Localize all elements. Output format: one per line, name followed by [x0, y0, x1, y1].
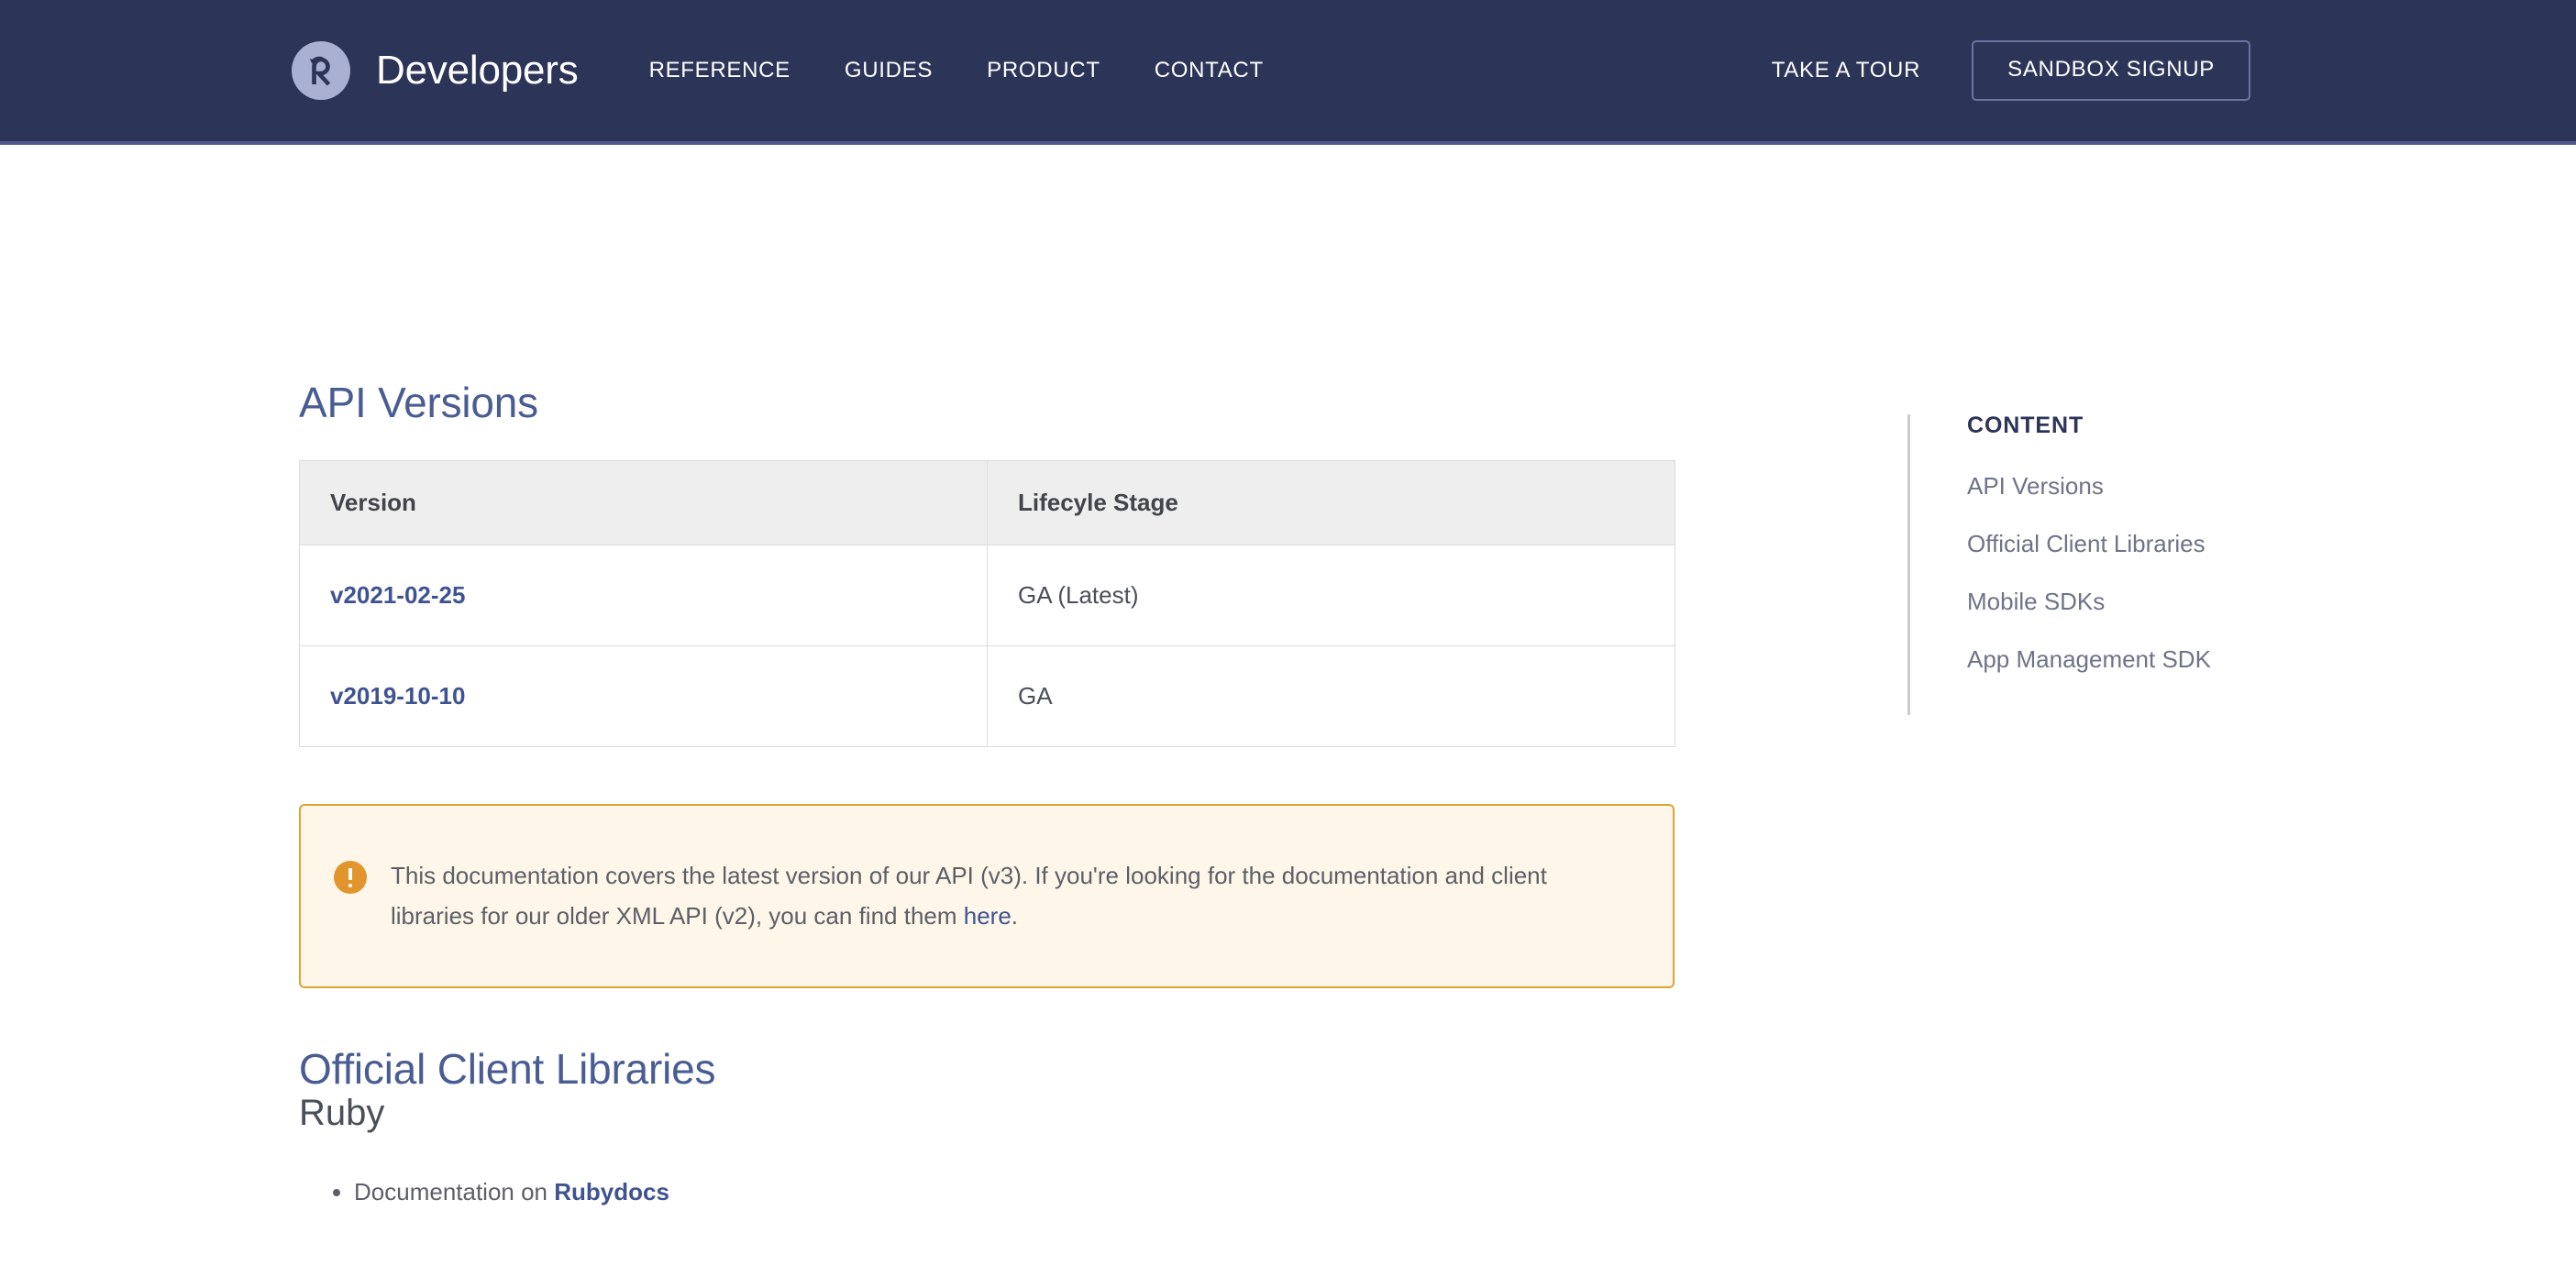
sandbox-signup-button[interactable]: SANDBOX SIGNUP [1972, 40, 2250, 101]
brand-name: Developers [376, 48, 579, 93]
table-of-contents: CONTENT API Versions Official Client Lib… [1907, 414, 2421, 715]
recurly-r-logo-icon [292, 41, 350, 100]
cell-lifecycle-stage: GA (Latest) [987, 544, 1675, 646]
api-versions-table: Version Lifecyle Stage v2021-02-25 GA (L… [299, 459, 1675, 747]
nav-item-product[interactable]: PRODUCT [987, 58, 1100, 83]
official-client-libraries-section: Official Client Libraries Ruby Documenta… [299, 1046, 1675, 1211]
callout-text-after-link: . [1011, 902, 1019, 930]
main-content: API Versions Version Lifecyle Stage v202… [299, 380, 1675, 1211]
header-actions: TAKE A TOUR SANDBOX SIGNUP [1772, 40, 2250, 101]
api-version-warning-callout: This documentation covers the latest ver… [299, 803, 1675, 989]
column-header-version: Version [299, 459, 988, 545]
cell-version: v2019-10-10 [299, 644, 988, 747]
nav-item-contact[interactable]: CONTACT [1155, 58, 1264, 83]
toc-item-app-management-sdk[interactable]: App Management SDK [1967, 647, 2421, 671]
toc-heading: CONTENT [1967, 413, 2084, 438]
take-a-tour-link[interactable]: TAKE A TOUR [1772, 58, 1920, 83]
toc-item-api-versions[interactable]: API Versions [1967, 474, 2421, 498]
page-title-api-versions: API Versions [299, 379, 538, 426]
primary-nav: REFERENCE GUIDES PRODUCT CONTACT [649, 58, 1264, 83]
rubydocs-link[interactable]: Rubydocs [554, 1178, 669, 1205]
nav-item-guides[interactable]: GUIDES [845, 58, 933, 83]
table-header-row: Version Lifecyle Stage [299, 459, 1675, 545]
older-api-docs-link[interactable]: here [964, 902, 1012, 930]
brand-logo-link[interactable]: Developers [292, 41, 579, 100]
subsection-title-ruby: Ruby [299, 1092, 385, 1133]
version-link-v2019-10-10[interactable]: v2019-10-10 [330, 682, 465, 710]
nav-item-reference[interactable]: REFERENCE [649, 58, 790, 83]
toc-item-official-client-libraries[interactable]: Official Client Libraries [1967, 532, 2421, 556]
cell-version: v2021-02-25 [299, 544, 988, 646]
site-header: Developers REFERENCE GUIDES PRODUCT CONT… [0, 0, 2576, 145]
table-row: v2019-10-10 GA [299, 644, 1675, 747]
list-item-text: Documentation on [354, 1177, 555, 1205]
ruby-resources-list: Documentation on Rubydocs [299, 1173, 1675, 1212]
list-item: Documentation on Rubydocs [354, 1173, 1675, 1212]
section-title-official-client-libraries: Official Client Libraries [299, 1045, 716, 1094]
toc-item-mobile-sdks[interactable]: Mobile SDKs [1967, 589, 2421, 613]
version-link-v2021-02-25[interactable]: v2021-02-25 [330, 581, 465, 609]
callout-text: This documentation covers the latest ver… [391, 855, 1631, 937]
warning-exclamation-icon [334, 860, 367, 894]
cell-lifecycle-stage: GA [987, 644, 1675, 747]
table-row: v2021-02-25 GA (Latest) [299, 544, 1675, 646]
column-header-lifecycle-stage: Lifecyle Stage [987, 459, 1675, 545]
